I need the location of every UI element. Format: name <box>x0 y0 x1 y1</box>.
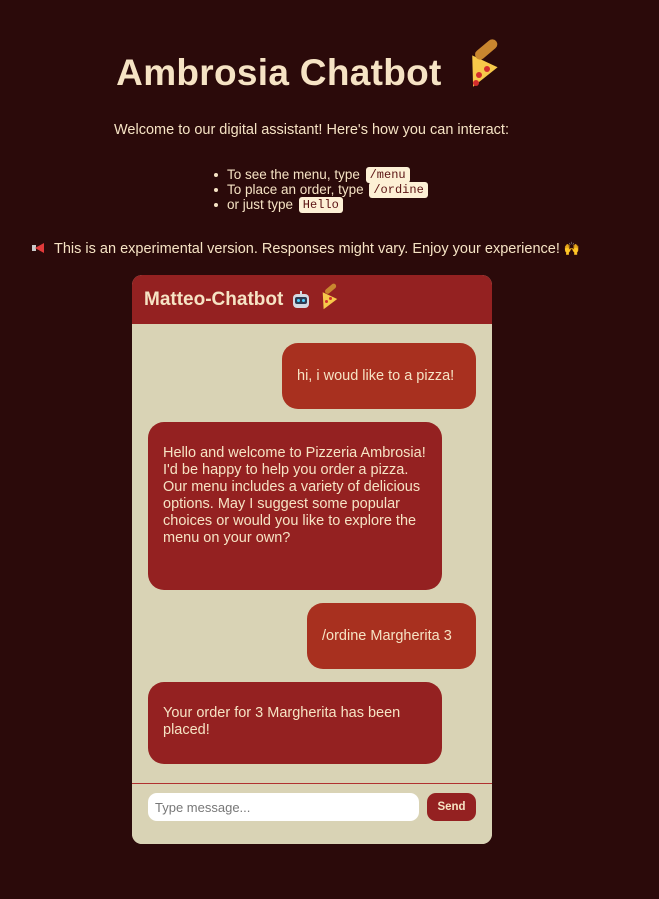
page: Ambrosia Chatbot Welcome to our digital … <box>0 0 659 899</box>
message-input[interactable] <box>148 793 419 821</box>
instruction-item: To place an order, type /ordine <box>212 182 428 199</box>
instruction-list: To see the menu, type /menu To place an … <box>212 167 428 214</box>
notice-text: This is an experimental version. Respons… <box>54 241 560 257</box>
instruction-item: or just type Hello <box>212 197 428 214</box>
send-button[interactable]: Send <box>427 793 476 821</box>
user-message: /ordine Margherita 3 <box>307 603 476 669</box>
bot-message: Hello and welcome to Pizzeria Ambrosia! … <box>148 422 442 590</box>
chat-title: Matteo-Chatbot <box>144 288 284 310</box>
user-message: hi, i woud like to a pizza! <box>282 343 476 409</box>
chat-window: Matteo-Chatbot hi, i woud like to a pizz… <box>132 275 492 844</box>
message-input-bar: Send <box>132 783 492 844</box>
page-title: Ambrosia Chatbot <box>0 37 617 94</box>
instruction-text: or just type <box>227 197 294 212</box>
pizza-icon <box>316 282 338 313</box>
raising-hands-icon: 🙌 <box>563 241 581 256</box>
instruction-text: To place an order, type <box>227 182 364 197</box>
page-title-text: Ambrosia Chatbot <box>116 52 442 93</box>
experimental-notice: This is an experimental version. Respons… <box>32 241 632 257</box>
chat-header: Matteo-Chatbot <box>132 275 492 324</box>
message-list: hi, i woud like to a pizza! Hello and we… <box>132 324 492 783</box>
robot-icon <box>291 290 311 309</box>
megaphone-icon <box>32 242 46 254</box>
bot-message: Your order for 3 Margherita has been pla… <box>148 682 442 764</box>
instruction-text: To see the menu, type <box>227 167 360 182</box>
command-code: Hello <box>298 197 343 214</box>
pizza-icon <box>460 37 501 93</box>
welcome-text: Welcome to our digital assistant! Here's… <box>114 122 509 138</box>
instruction-item: To see the menu, type /menu <box>212 167 428 184</box>
